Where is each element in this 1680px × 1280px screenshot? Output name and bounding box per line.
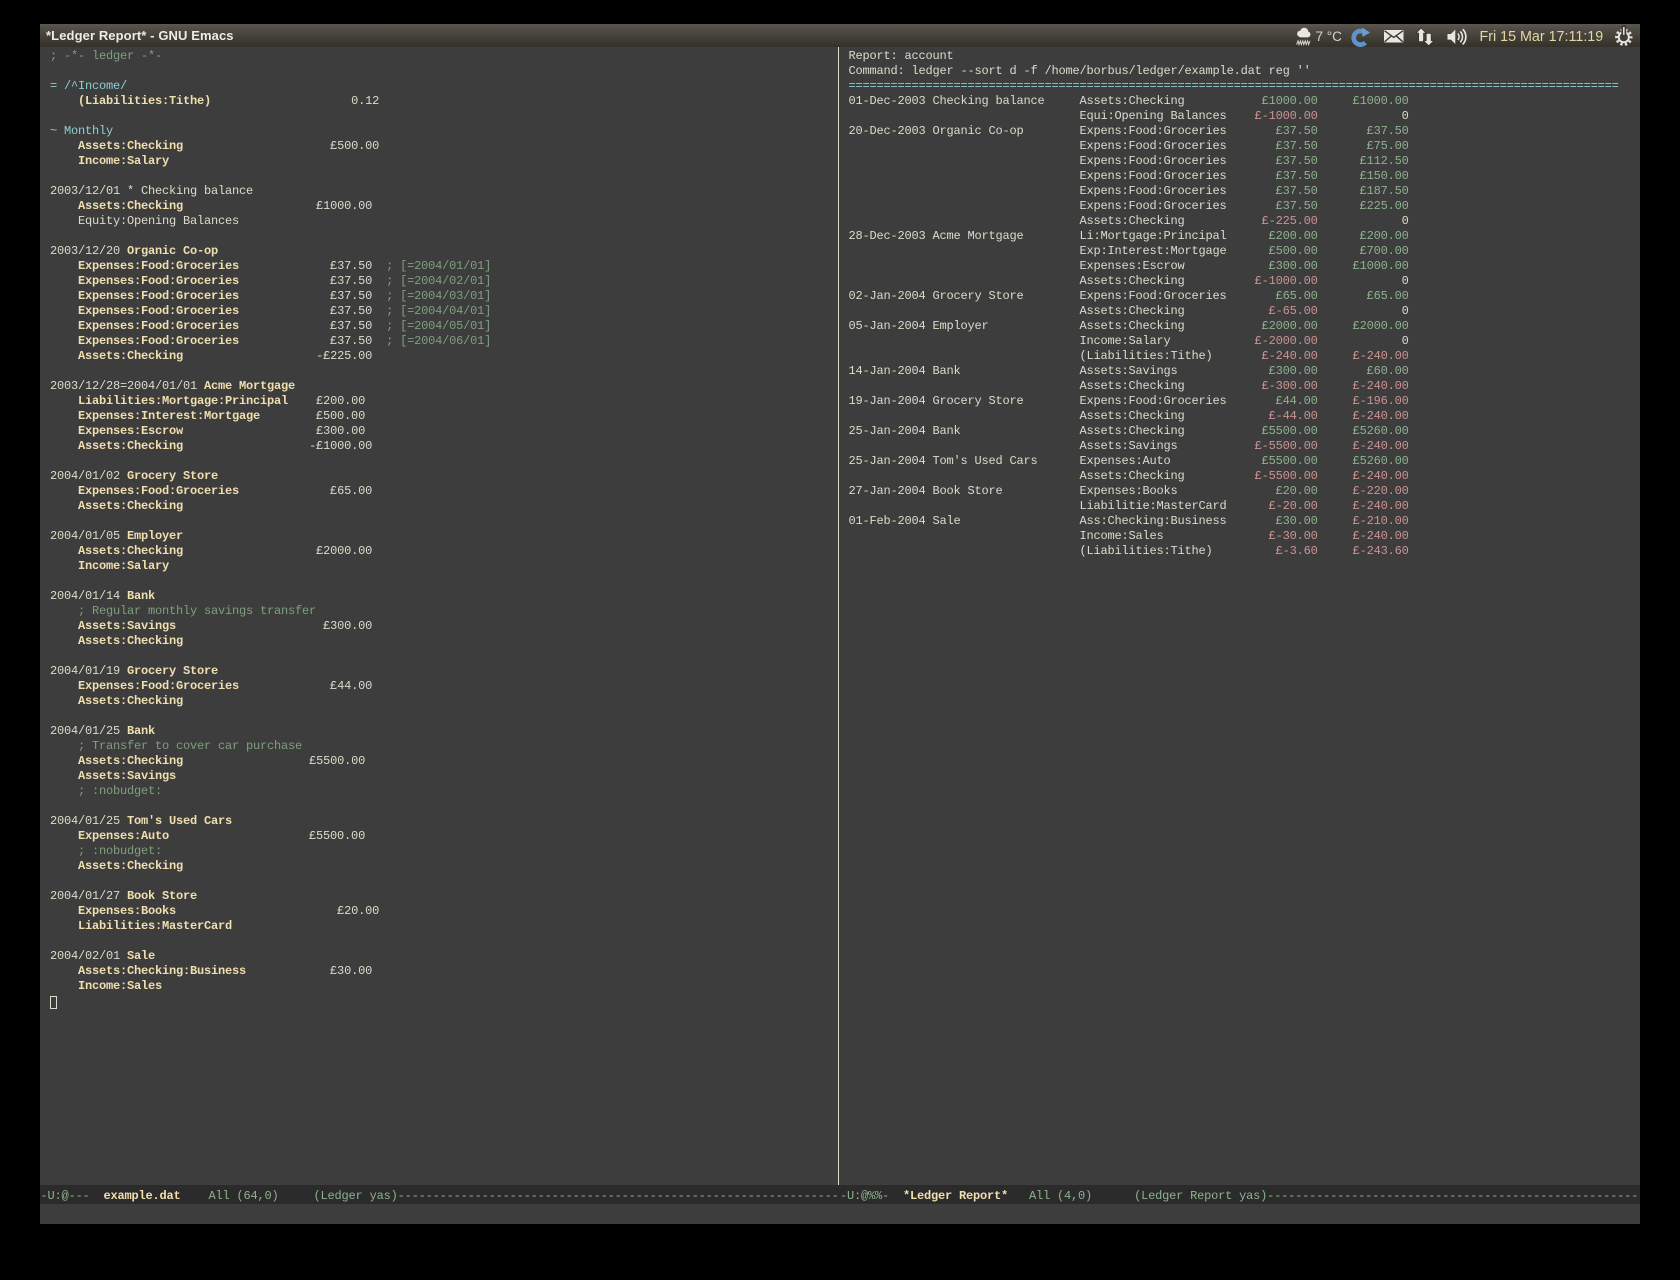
svg-text:Fri 15 Mar 17:11:19: Fri 15 Mar 17:11:19 bbox=[1480, 29, 1604, 45]
svg-text:7 °C: 7 °C bbox=[1316, 29, 1343, 44]
